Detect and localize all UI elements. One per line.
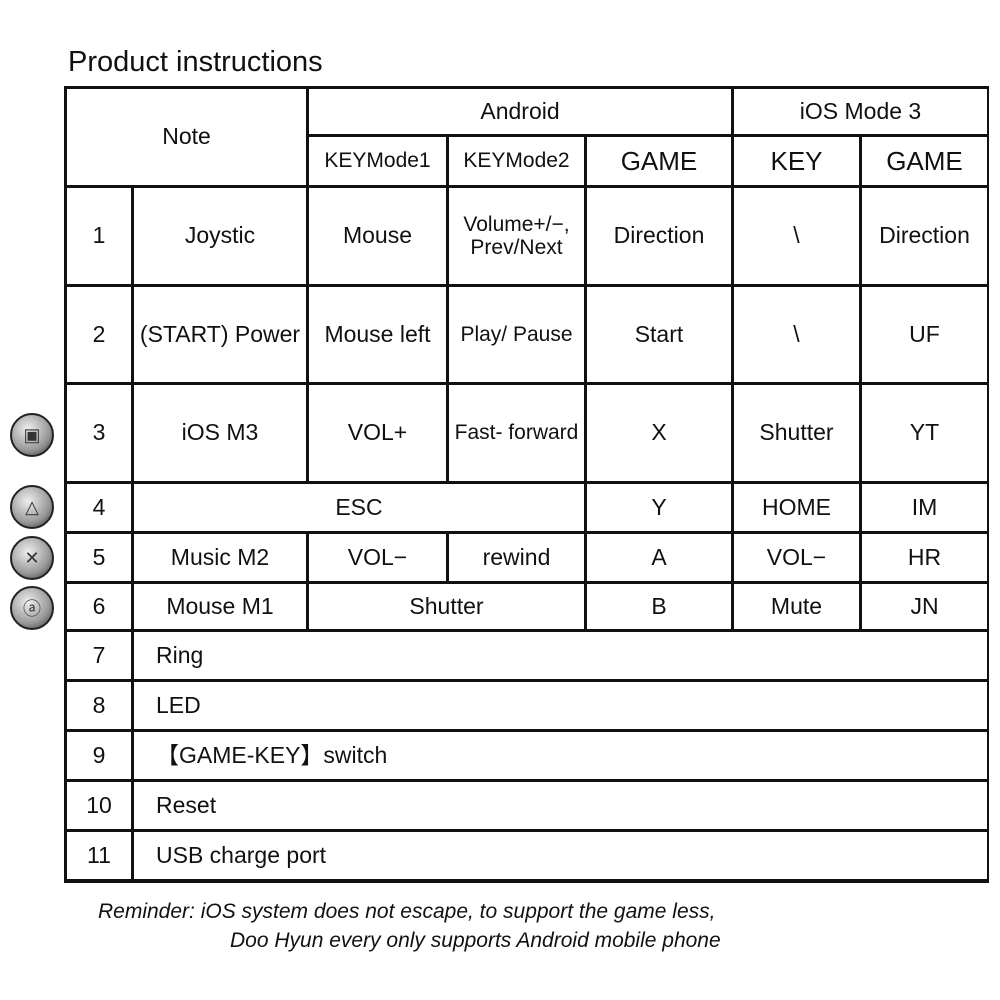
keymode1-cell: VOL− bbox=[309, 534, 446, 581]
ios-game-cell: Direction bbox=[862, 188, 987, 284]
merged-cell: ESC bbox=[134, 484, 584, 531]
row-number: 5 bbox=[67, 534, 131, 581]
mouse-button-icon: ⓐ bbox=[10, 586, 54, 630]
ios-game-cell: UF bbox=[862, 287, 987, 382]
game-cell: B bbox=[587, 584, 731, 629]
x-button-icon: ✕ bbox=[10, 536, 54, 580]
game-cell: X bbox=[587, 385, 731, 481]
game-cell: Start bbox=[587, 287, 731, 382]
ios-key-cell: Mute bbox=[734, 584, 859, 629]
row-description: Reset bbox=[134, 782, 987, 829]
row-description: Ring bbox=[134, 632, 987, 679]
header-game: GAME bbox=[587, 137, 731, 185]
row-number: 8 bbox=[67, 682, 131, 729]
row-number: 10 bbox=[67, 782, 131, 829]
ios-game-cell: JN bbox=[862, 584, 987, 629]
ios-game-cell: YT bbox=[862, 385, 987, 481]
game-cell: Direction bbox=[587, 188, 731, 284]
row-note: Music M2 bbox=[134, 534, 306, 581]
keymode1-cell: Mouse left bbox=[309, 287, 446, 382]
reminder-line-1: Reminder: iOS system does not escape, to… bbox=[98, 900, 716, 923]
row-number: 3 bbox=[67, 385, 131, 481]
ios-key-cell: Shutter bbox=[734, 385, 859, 481]
game-cell: Y bbox=[587, 484, 731, 531]
triangle-button-icon: △ bbox=[10, 485, 54, 529]
page-title: Product instructions bbox=[68, 46, 323, 78]
header-ios-game: GAME bbox=[862, 137, 987, 185]
row-note: Mouse M1 bbox=[134, 584, 306, 629]
header-keymode1: KEYMode1 bbox=[309, 137, 446, 185]
header-note: Note bbox=[67, 89, 306, 185]
row-number: 7 bbox=[67, 632, 131, 679]
ios-key-cell: HOME bbox=[734, 484, 859, 531]
row-note: Joystic bbox=[134, 188, 306, 284]
keymode2-cell: Fast- forward bbox=[449, 385, 584, 481]
merged-cell: Shutter bbox=[309, 584, 584, 629]
header-ios: iOS Mode 3 bbox=[734, 89, 987, 134]
row-number: 9 bbox=[67, 732, 131, 779]
instructions-table: Note Android iOS Mode 3 KEYMode1 KEYMode… bbox=[64, 86, 989, 883]
row-description: USB charge port bbox=[134, 832, 987, 879]
ios-game-cell: HR bbox=[862, 534, 987, 581]
row-note: (START) Power bbox=[134, 287, 306, 382]
row-number: 2 bbox=[67, 287, 131, 382]
keymode2-cell: Play/ Pause bbox=[449, 287, 584, 382]
row-description: LED bbox=[134, 682, 987, 729]
row-number: 6 bbox=[67, 584, 131, 629]
row-description: 【GAME-KEY】switch bbox=[134, 732, 987, 779]
row-number: 4 bbox=[67, 484, 131, 531]
ios-key-cell: \ bbox=[734, 287, 859, 382]
header-key: KEY bbox=[734, 137, 859, 185]
header-keymode2: KEYMode2 bbox=[449, 137, 584, 185]
row-note: iOS M3 bbox=[134, 385, 306, 481]
keymode1-cell: Mouse bbox=[309, 188, 446, 284]
ios-key-cell: VOL− bbox=[734, 534, 859, 581]
header-android: Android bbox=[309, 89, 731, 134]
ios-key-cell: \ bbox=[734, 188, 859, 284]
ios-button-icon: ▣ bbox=[10, 413, 54, 457]
game-cell: A bbox=[587, 534, 731, 581]
keymode2-cell: rewind bbox=[449, 534, 584, 581]
keymode2-cell: Volume+/−, Prev/Next bbox=[449, 188, 584, 284]
row-number: 11 bbox=[67, 832, 131, 879]
keymode1-cell: VOL+ bbox=[309, 385, 446, 481]
ios-game-cell: IM bbox=[862, 484, 987, 531]
row-number: 1 bbox=[67, 188, 131, 284]
reminder-line-2: Doo Hyun every only supports Android mob… bbox=[230, 929, 721, 952]
